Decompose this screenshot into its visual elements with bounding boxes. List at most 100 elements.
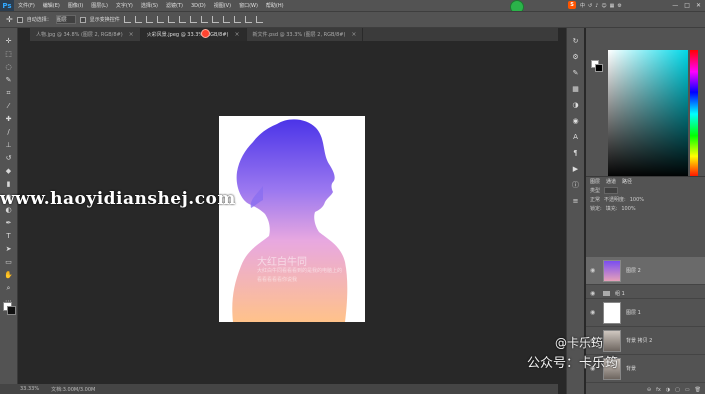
zoom-icon[interactable]: ⌕ <box>4 283 14 293</box>
menu-window[interactable]: 窗口(W) <box>235 2 262 9</box>
styles-panel-icon[interactable]: ◉ <box>571 116 581 126</box>
tray-input-mode-icon[interactable]: 中 <box>580 2 585 9</box>
lasso-icon[interactable]: ◌ <box>4 62 14 72</box>
menu-select[interactable]: 选择(S) <box>137 2 162 9</box>
distribute-hcenter-icon[interactable] <box>233 16 241 23</box>
shape-icon[interactable]: ▭ <box>4 257 14 267</box>
close-window-button[interactable]: ✕ <box>696 2 701 9</box>
menu-3d[interactable]: 3D(D) <box>187 3 210 9</box>
distribute-bottom-icon[interactable] <box>211 16 219 23</box>
zoom-level[interactable]: 33.33% <box>20 386 39 392</box>
brush-panel-icon[interactable]: ✎ <box>571 68 581 78</box>
align-top-icon[interactable] <box>123 16 131 23</box>
menu-image[interactable]: 图像(I) <box>64 2 87 9</box>
auto-select-dropdown[interactable]: 图层 <box>55 15 76 24</box>
tray-emoji-icon[interactable]: ☺ <box>601 3 606 9</box>
path-select-icon[interactable]: ➤ <box>4 244 14 254</box>
quick-select-icon[interactable]: ✎ <box>4 75 14 85</box>
align-left-icon[interactable] <box>156 16 164 23</box>
menu-filter[interactable]: 滤镜(T) <box>162 2 187 9</box>
document-canvas[interactable]: 大红白牛同 大红白牛同看看看到的是我的电脑上的 看看看看看你说我 <box>219 116 365 322</box>
type-icon[interactable]: T <box>4 231 14 241</box>
close-icon[interactable]: × <box>235 31 240 38</box>
close-icon[interactable]: × <box>129 31 134 38</box>
healing-brush-icon[interactable]: ✚ <box>4 114 14 124</box>
adjustments-panel-icon[interactable]: ◑ <box>571 100 581 110</box>
align-vcenter-icon[interactable] <box>134 16 142 23</box>
sogou-input-icon[interactable]: S <box>568 1 576 9</box>
character-panel-icon[interactable]: A <box>571 132 581 142</box>
layer-comps-icon[interactable]: ≡ <box>571 196 581 206</box>
layer-row[interactable]: ◉ 图层 1 <box>586 299 705 327</box>
history-brush-icon[interactable]: ↺ <box>4 153 14 163</box>
align-bottom-icon[interactable] <box>145 16 153 23</box>
distribute-top-icon[interactable] <box>189 16 197 23</box>
blend-mode-select[interactable]: 正常 <box>590 196 600 203</box>
auto-select-checkbox[interactable] <box>16 16 23 23</box>
opacity-value[interactable]: 100% <box>630 197 644 203</box>
swatches-panel-icon[interactable]: ▦ <box>571 84 581 94</box>
menu-help[interactable]: 帮助(H) <box>262 2 288 9</box>
delete-layer-icon[interactable]: 🗑 <box>695 387 701 393</box>
align-right-icon[interactable] <box>178 16 186 23</box>
fill-value[interactable]: 100% <box>621 206 635 212</box>
eye-icon[interactable]: ◉ <box>590 309 598 316</box>
gradient-icon[interactable]: ▮ <box>4 179 14 189</box>
clone-stamp-icon[interactable]: ⊥ <box>4 140 14 150</box>
layer-mask-icon[interactable]: ▢ <box>675 387 680 393</box>
distribute-left-icon[interactable] <box>222 16 230 23</box>
panel-background-swatch[interactable] <box>595 64 603 72</box>
link-layers-icon[interactable]: ⊖ <box>647 387 651 393</box>
properties-panel-icon[interactable]: ⚙ <box>571 52 581 62</box>
new-layer-icon[interactable]: ▭ <box>685 387 690 393</box>
move-icon[interactable]: ✛ <box>4 36 14 46</box>
distribute-right-icon[interactable] <box>244 16 252 23</box>
eyedropper-icon[interactable]: ⁄ <box>4 101 14 111</box>
tray-audio-icon[interactable]: ♪ <box>595 3 598 9</box>
paragraph-panel-icon[interactable]: ¶ <box>571 148 581 158</box>
eye-icon[interactable]: ◉ <box>590 267 598 274</box>
layer-group-row[interactable]: ◉ 组 1 <box>586 289 705 299</box>
history-panel-icon[interactable]: ↻ <box>571 36 581 46</box>
crop-icon[interactable]: ⌗ <box>4 88 14 98</box>
menu-view[interactable]: 视图(V) <box>210 2 235 9</box>
auto-align-icon[interactable] <box>255 16 263 23</box>
tab-layers[interactable]: 图层 <box>590 178 600 185</box>
adjustment-layer-icon[interactable]: ◑ <box>666 387 670 393</box>
tray-refresh-icon[interactable]: ↺ <box>588 3 592 9</box>
filter-dropdown[interactable] <box>604 187 619 194</box>
tray-settings-icon[interactable]: ⚙ <box>617 3 621 9</box>
tab-portrait[interactable]: 人物.jpg @ 34.8% (图层 2, RGB/8#) × <box>30 28 141 41</box>
eraser-icon[interactable]: ◆ <box>4 166 14 176</box>
background-color-swatch[interactable] <box>7 306 16 315</box>
marquee-icon[interactable]: ⬚ <box>4 49 14 59</box>
align-hcenter-icon[interactable] <box>167 16 175 23</box>
tab-landscape[interactable]: 火彩风景.jpeg @ 33.3% (RGB/8#) × <box>140 28 247 41</box>
minimize-button[interactable]: — <box>672 2 678 9</box>
brush-icon[interactable]: / <box>4 127 14 137</box>
layer-row[interactable]: ◉ 背景 拷贝 2 <box>586 327 705 355</box>
distribute-vcenter-icon[interactable] <box>200 16 208 23</box>
tab-paths[interactable]: 路径 <box>622 178 632 185</box>
maximize-button[interactable]: □ <box>684 2 690 9</box>
tab-new-file[interactable]: 新文件.psd @ 33.3% (图层 2, RGB/8#) × <box>246 28 364 41</box>
show-transform-checkbox[interactable] <box>79 16 86 23</box>
info-panel-icon[interactable]: ⓘ <box>571 180 581 190</box>
menu-type[interactable]: 文字(Y) <box>112 2 137 9</box>
tab-channels[interactable]: 通道 <box>606 178 616 185</box>
hand-icon[interactable]: ✋ <box>4 270 14 280</box>
actions-panel-icon[interactable]: ▶ <box>571 164 581 174</box>
menu-layer[interactable]: 图层(L) <box>87 2 112 9</box>
eye-icon[interactable]: ◉ <box>590 290 598 297</box>
layer-style-icon[interactable]: fx <box>656 387 661 393</box>
color-field[interactable] <box>608 50 688 178</box>
menu-file[interactable]: 文件(F) <box>14 2 39 9</box>
tray-keyboard-icon[interactable]: ▦ <box>610 3 615 9</box>
hue-slider[interactable] <box>690 50 698 178</box>
layer-row[interactable]: ◉ 图层 2 <box>586 257 705 285</box>
pen-icon[interactable]: ✒ <box>4 218 14 228</box>
close-icon[interactable]: × <box>351 31 356 38</box>
menu-edit[interactable]: 编辑(E) <box>39 2 64 9</box>
move-tool-icon[interactable]: ✛ <box>6 15 13 24</box>
kind-filter[interactable]: 类型 <box>590 187 600 194</box>
